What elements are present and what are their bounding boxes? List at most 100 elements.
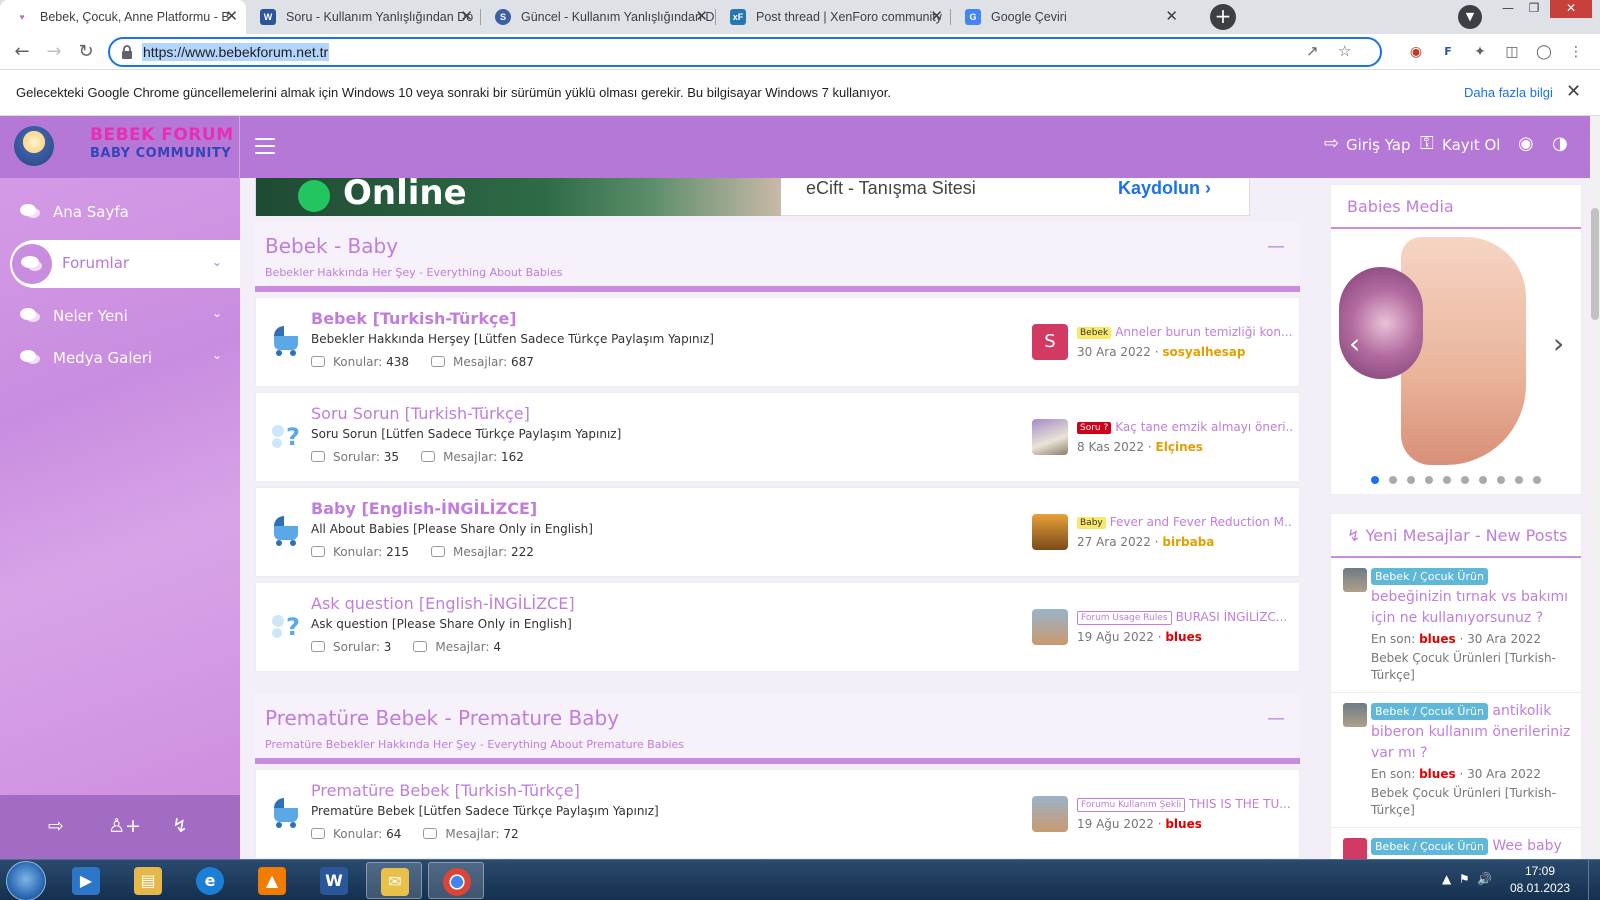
sidebar-item-forumlar[interactable]: Forumlar ⌄	[10, 240, 240, 288]
latest-post-user[interactable]: Elçines	[1156, 440, 1203, 454]
taskbar-clock[interactable]: 17:09 08.01.2023	[1510, 863, 1570, 897]
site-logo[interactable]: BEBEK FORUM BABY COMMUNITY	[0, 116, 240, 178]
learn-more-link[interactable]: Daha fazla bilgi	[1464, 85, 1553, 100]
collapse-category-icon[interactable]: —	[1267, 708, 1285, 729]
carousel-dots[interactable]	[1371, 473, 1551, 488]
browser-tab[interactable]: W Soru - Kullanım Yanlışlığından Do ✕	[246, 0, 481, 34]
browser-tab[interactable]: xF Post thread | XenForo community ✕	[716, 0, 951, 34]
new-post-forum[interactable]: Bebek Çocuk Ürünleri [Turkish-Türkçe]	[1371, 650, 1571, 684]
scrollbar-thumb[interactable]	[1591, 208, 1599, 320]
carousel-dot[interactable]	[1479, 476, 1487, 484]
chevron-down-icon[interactable]: ⌄	[212, 255, 222, 269]
add-user-icon[interactable]: ♙+	[108, 815, 141, 837]
extension-icon[interactable]: F	[1438, 42, 1458, 62]
hamburger-menu-icon[interactable]	[255, 138, 275, 159]
carousel-dot[interactable]	[1407, 476, 1415, 484]
new-post-forum[interactable]: Bebek Çocuk Ürünleri [Turkish-Türkçe]	[1371, 785, 1571, 819]
forum-title-link[interactable]: Ask question [English-İNGİLİZCE]	[311, 594, 575, 613]
start-button[interactable]	[6, 861, 46, 900]
close-window-button[interactable]: ✕	[1550, 0, 1592, 18]
lock-icon[interactable]	[120, 44, 134, 60]
reload-button[interactable]: ↻	[72, 38, 100, 66]
chevron-down-icon[interactable]: ⌄	[212, 348, 222, 362]
latest-post-link[interactable]: Baby Fever and Fever Reduction M...	[1077, 515, 1292, 529]
new-post-link[interactable]: Bebek / Çocuk Ürün bebeğinizin tırnak vs…	[1371, 566, 1571, 629]
avatar[interactable]	[1343, 568, 1367, 592]
tab-search-button[interactable]: ▼	[1458, 5, 1482, 29]
latest-post-user[interactable]: blues	[1165, 630, 1202, 644]
latest-post-date[interactable]: 30 Ara 2022	[1077, 345, 1151, 359]
new-post-user[interactable]: blues	[1419, 767, 1456, 781]
extension-icon[interactable]: ◉	[1406, 42, 1426, 62]
avatar[interactable]	[1032, 796, 1068, 832]
sidebar-item-ana-sayfa[interactable]: Ana Sayfa	[0, 190, 240, 234]
avatar[interactable]	[1032, 419, 1068, 455]
register-link[interactable]: Kayıt Ol	[1442, 136, 1500, 154]
forum-title-link[interactable]: Bebek [Turkish-Türkçe]	[311, 309, 517, 328]
close-tab-icon[interactable]: ✕	[225, 0, 238, 34]
latest-post-date[interactable]: 27 Ara 2022	[1077, 535, 1151, 549]
close-tab-icon[interactable]: ✕	[1165, 0, 1178, 34]
login-icon[interactable]: ⇨	[48, 815, 64, 837]
close-tab-icon[interactable]: ✕	[930, 0, 943, 34]
sidebar-item-neler-yeni[interactable]: Neler Yeni ⌄	[0, 294, 240, 338]
carousel-dot[interactable]	[1533, 476, 1541, 484]
address-bar[interactable]: https://www.bebekforum.net.tr ↗ ☆	[108, 37, 1382, 67]
close-tab-icon[interactable]: ✕	[460, 0, 473, 34]
latest-post-link[interactable]: Bebek Anneler burun temizliği kon...	[1077, 325, 1292, 339]
carousel-dot[interactable]	[1515, 476, 1523, 484]
taskbar-app[interactable]	[428, 862, 484, 899]
sidebar-item-medya-galeri[interactable]: Medya Galeri ⌄	[0, 336, 240, 380]
show-desktop-button[interactable]	[1588, 860, 1600, 900]
page-scrollbar[interactable]	[1590, 116, 1600, 859]
latest-post-date[interactable]: 19 Ağu 2022	[1077, 817, 1154, 831]
browser-tab[interactable]: G Google Çeviri ✕	[951, 0, 1186, 34]
url-text[interactable]: https://www.bebekforum.net.tr	[142, 43, 330, 61]
new-post-link[interactable]: Bebek / Çocuk Ürün Wee baby	[1371, 836, 1571, 857]
close-tab-icon[interactable]: ✕	[695, 0, 708, 34]
new-tab-button[interactable]: +	[1210, 4, 1236, 30]
block-title[interactable]: Babies Media	[1331, 185, 1581, 229]
taskbar-app[interactable]: e	[182, 862, 238, 899]
taskbar-app[interactable]: ✉	[366, 862, 422, 899]
ad-register-link[interactable]: Kaydolun ›	[1118, 178, 1211, 199]
collapse-category-icon[interactable]: —	[1267, 236, 1285, 257]
forum-title-link[interactable]: Prematüre Bebek [Turkish-Türkçe]	[311, 781, 580, 800]
forum-title-link[interactable]: Soru Sorun [Turkish-Türkçe]	[311, 404, 530, 423]
latest-post-user[interactable]: birbaba	[1162, 535, 1214, 549]
forum-title-link[interactable]: Baby [English-İNGİLİZCE]	[311, 499, 537, 518]
media-carousel[interactable]: ‹ ›	[1331, 229, 1581, 494]
avatar[interactable]	[1343, 703, 1367, 727]
browser-tab-active[interactable]: ♥ Bebek, Çocuk, Anne Platformu - B ✕	[0, 0, 246, 34]
theme-toggle-icon[interactable]: ◑	[1552, 133, 1568, 154]
latest-post-date[interactable]: 19 Ağu 2022	[1077, 630, 1154, 644]
taskbar-app[interactable]: W	[306, 862, 362, 899]
carousel-dot[interactable]	[1443, 476, 1451, 484]
profile-avatar-icon[interactable]: ◯	[1534, 42, 1554, 62]
chevron-down-icon[interactable]: ⌄	[212, 306, 222, 320]
menu-kebab-icon[interactable]: ⋮	[1566, 42, 1586, 62]
block-title[interactable]: ↯ Yeni Mesajlar - New Posts	[1331, 514, 1581, 558]
latest-post-link[interactable]: Forum Usage Rules BURASI İNGİLİZC...	[1077, 610, 1292, 625]
taskbar-app[interactable]: ▤	[120, 862, 176, 899]
carousel-dot[interactable]	[1461, 476, 1469, 484]
palette-icon[interactable]: ◉	[1518, 133, 1534, 154]
carousel-dot[interactable]	[1389, 476, 1397, 484]
side-panel-icon[interactable]: ◫	[1502, 42, 1522, 62]
latest-post-user[interactable]: sosyalhesap	[1162, 345, 1245, 359]
latest-post-user[interactable]: blues	[1165, 817, 1202, 831]
close-infobar-icon[interactable]: ✕	[1566, 81, 1581, 102]
forward-button[interactable]: →	[40, 38, 68, 66]
category-title[interactable]: Prematüre Bebek - Premature Baby	[265, 706, 619, 730]
tray-icons[interactable]: ▲ ⚑ 🔊	[1442, 872, 1492, 886]
ad-banner[interactable]: Online eCift - Tanışma Sitesi Kaydolun ›	[255, 178, 1250, 216]
browser-tab[interactable]: S Güncel - Kullanım Yanlışlığından D ✕	[481, 0, 716, 34]
taskbar-app[interactable]: ▲	[244, 862, 300, 899]
share-icon[interactable]: ↗	[1306, 42, 1319, 60]
avatar[interactable]	[1032, 514, 1068, 550]
restore-window-button[interactable]: ❐	[1522, 0, 1546, 18]
taskbar-app[interactable]: ▶	[58, 862, 114, 899]
carousel-dot[interactable]	[1425, 476, 1433, 484]
latest-post-link[interactable]: Soru ? Kaç tane emzik almayı öneri...	[1077, 420, 1292, 434]
carousel-prev-icon[interactable]: ‹	[1349, 327, 1360, 360]
